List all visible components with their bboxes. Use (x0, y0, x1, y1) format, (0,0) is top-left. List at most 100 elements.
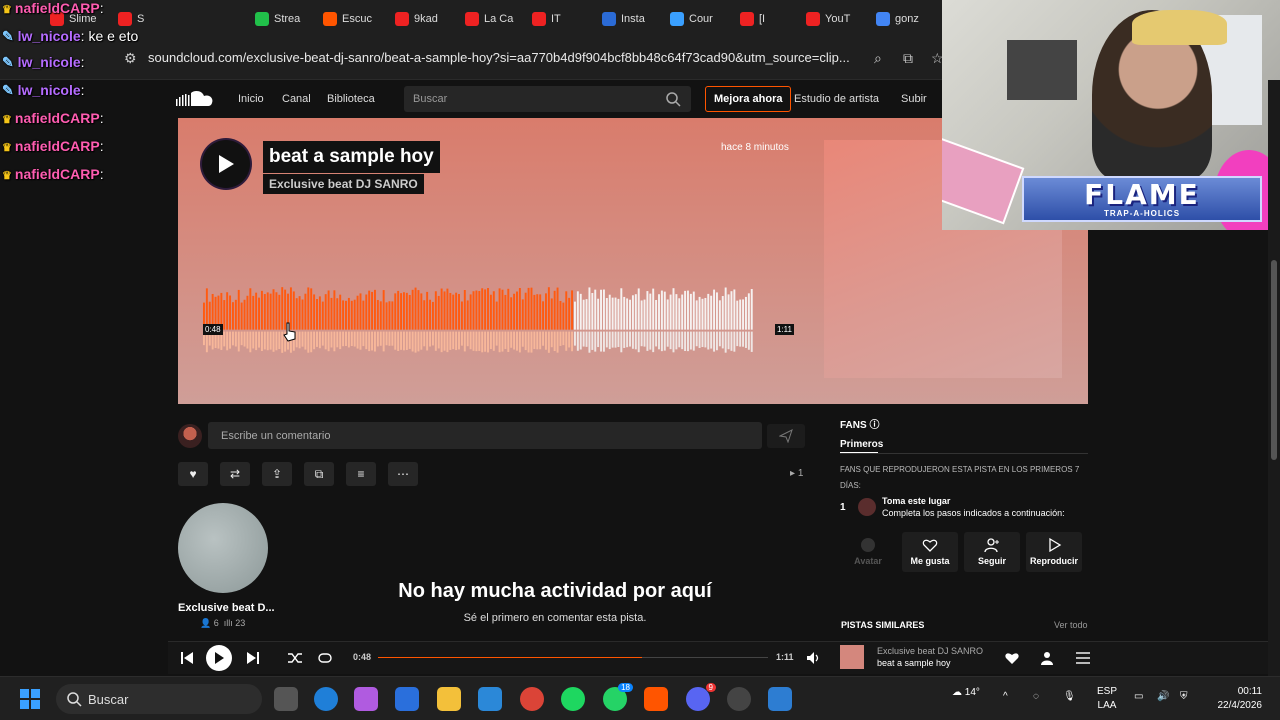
scrollbar-thumb[interactable] (1271, 260, 1277, 460)
repost-button[interactable]: ⇄ (220, 462, 250, 486)
nav-feed[interactable]: Canal (282, 93, 311, 105)
copy-link-button[interactable]: ⧉ (304, 462, 334, 486)
copilot-icon[interactable] (354, 687, 378, 711)
url-text[interactable]: soundcloud.com/exclusive-beat-dj-sanro/b… (148, 50, 850, 65)
waveform-bar (318, 296, 321, 330)
browser-tab[interactable]: Cour (670, 8, 713, 30)
waveform-bar (681, 294, 684, 330)
waveform-reflection-bar (460, 331, 463, 346)
nav-artist-studio[interactable]: Estudio de artista (794, 93, 879, 105)
clock[interactable]: 00:11 22/4/2026 (1208, 685, 1263, 713)
browser-tab[interactable]: [I (740, 8, 765, 30)
page-scrollbar[interactable] (1268, 80, 1280, 676)
browser-tab[interactable]: La Ca (465, 8, 513, 30)
browser-tab[interactable]: Insta (602, 8, 645, 30)
weather-widget[interactable]: ☁ 14° (952, 687, 980, 698)
repeat-icon[interactable] (316, 649, 334, 667)
waveform-current-time: 0:48 (203, 324, 223, 335)
zoom-icon[interactable]: ⌕ (874, 50, 882, 67)
artist-name[interactable]: Exclusive beat D... (178, 602, 275, 614)
tray-app-icon[interactable]: ◌ (1033, 691, 1047, 705)
fan-step-like-button[interactable]: Me gusta (902, 532, 958, 572)
network-icon[interactable]: ▭ (1134, 691, 1148, 705)
edge-icon[interactable] (314, 687, 338, 711)
waveform-reflection-bar (504, 331, 507, 349)
empty-state-subtitle: Sé el primero en comentar esta pista. (463, 612, 647, 624)
language-indicator[interactable]: ESP LAA (1097, 685, 1117, 713)
previous-icon[interactable] (178, 649, 196, 667)
more-button[interactable]: ⋯ (388, 462, 418, 486)
info-icon[interactable]: ⓘ (869, 420, 879, 431)
taskbar-search[interactable]: Buscar (56, 684, 262, 714)
store-icon[interactable] (478, 687, 502, 711)
chat-username: nafieldCARP (14, 138, 100, 154)
waveform-bar (655, 299, 658, 330)
webcam-wall-poster (1007, 40, 1077, 100)
nav-library[interactable]: Biblioteca (327, 93, 375, 105)
waveform-reflection-bar (521, 331, 524, 347)
search-input[interactable]: Buscar (404, 86, 691, 112)
artist-avatar[interactable] (178, 503, 268, 593)
chrome-icon[interactable] (520, 687, 544, 711)
next-icon[interactable] (244, 649, 262, 667)
player-artwork[interactable] (840, 645, 864, 669)
upgrade-button[interactable]: Mejora ahora (705, 86, 792, 112)
user-avatar[interactable] (178, 424, 202, 448)
waveform-reflection-bar (510, 331, 513, 348)
fan-step-follow-button[interactable]: Seguir (964, 532, 1020, 572)
player-progress-bar[interactable] (378, 657, 768, 658)
player-follow-icon[interactable] (1039, 649, 1057, 667)
browser-tab[interactable]: gonz (876, 8, 919, 30)
windows-start-icon[interactable] (20, 689, 40, 709)
waveform-reflection-bar (556, 331, 559, 353)
waveform-reflection-bar (582, 331, 585, 347)
player-like-icon[interactable] (1003, 649, 1021, 667)
player-title[interactable]: beat a sample hoy (877, 658, 951, 668)
volume-icon[interactable] (804, 649, 822, 667)
add-to-playlist-button[interactable]: ≡ (346, 462, 376, 486)
browser-tab[interactable]: IT (532, 8, 561, 30)
comment-input[interactable]: Escribe un comentario (208, 422, 762, 449)
like-button[interactable]: ♥ (178, 462, 208, 486)
tray-overflow-icon[interactable]: ^ (1003, 691, 1017, 705)
send-comment-button[interactable] (767, 424, 805, 448)
microphone-icon[interactable]: 🎙 (1063, 691, 1077, 705)
taskview-icon[interactable] (274, 687, 298, 711)
queue-icon[interactable] (1074, 649, 1092, 667)
fan-step-play-button[interactable]: Reproducir (1026, 532, 1082, 572)
browser-tab[interactable]: YouT (806, 8, 850, 30)
soundcloud-taskbar-icon[interactable] (644, 687, 668, 711)
share-button[interactable]: ⇪ (262, 462, 292, 486)
battery-icon[interactable]: ⛨ (1180, 691, 1194, 705)
waveform-bar (359, 293, 362, 330)
nav-upload[interactable]: Subir (901, 93, 927, 105)
player-play-button[interactable] (206, 645, 232, 671)
waveform-reflection-bar (229, 331, 232, 349)
shuffle-icon[interactable] (286, 649, 304, 667)
app-icon[interactable] (768, 687, 792, 711)
discord-icon[interactable]: 9 (686, 683, 716, 711)
browser-tab[interactable]: Strea (255, 8, 300, 30)
browser-tab[interactable]: 9kad (395, 8, 438, 30)
waveform-bar (489, 294, 492, 330)
file-explorer-icon[interactable] (437, 687, 461, 711)
spotify-icon[interactable] (561, 687, 585, 711)
browser-tab[interactable]: Escuc (323, 8, 372, 30)
play-button[interactable] (202, 140, 250, 188)
waveform[interactable] (203, 286, 773, 354)
whatsapp-icon[interactable]: 18 (603, 683, 633, 711)
outlook-icon[interactable] (395, 687, 419, 711)
track-artist-link[interactable]: Exclusive beat DJ SANRO (263, 174, 424, 194)
obs-icon[interactable] (727, 687, 751, 711)
player-artist[interactable]: Exclusive beat DJ SANRO (877, 646, 983, 656)
search-icon[interactable] (665, 91, 681, 107)
install-icon[interactable]: ⧉ (903, 50, 913, 67)
view-all-link[interactable]: Ver todo (1054, 620, 1088, 630)
tab-first-fans[interactable]: Primeros (840, 439, 883, 450)
waveform-bar (611, 297, 614, 330)
waveform-bar (382, 290, 385, 330)
waveform-reflection-bar (388, 331, 391, 346)
speaker-icon[interactable]: 🔊 (1157, 691, 1171, 705)
nav-home[interactable]: Inicio (238, 93, 264, 105)
waveform-reflection-bar (545, 331, 547, 350)
